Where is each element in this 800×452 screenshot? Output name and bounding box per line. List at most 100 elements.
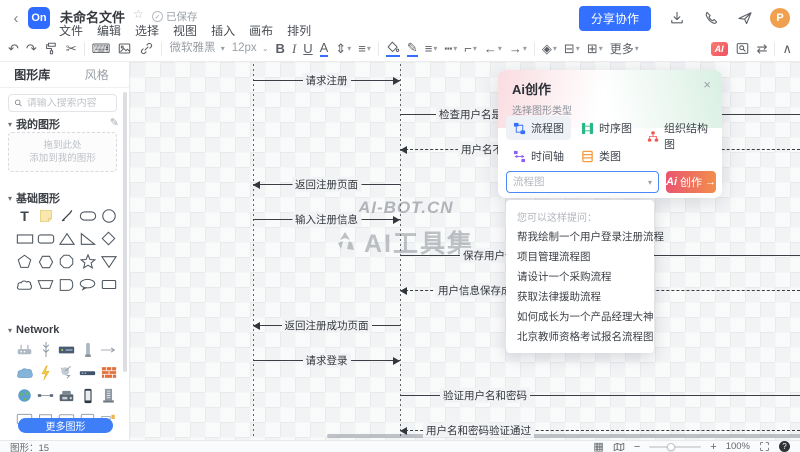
type-timeline[interactable]: 时间轴 — [506, 144, 571, 168]
type-class-diagram[interactable]: 类图 — [574, 144, 628, 168]
swap-icon[interactable]: ⇄ — [757, 42, 768, 55]
shape-pentagon[interactable] — [14, 250, 35, 273]
shape-right-triangle[interactable] — [77, 227, 98, 250]
shape-round-corner-square[interactable] — [56, 273, 77, 296]
shape-circle[interactable] — [98, 204, 119, 227]
message-label[interactable]: 返回注册成功页面 — [282, 318, 372, 333]
insert-table-button[interactable]: ⊞▾ — [587, 42, 603, 55]
layers-button[interactable]: ◈▾ — [542, 42, 557, 55]
star-icon[interactable]: ☆ — [133, 7, 144, 21]
more-shapes-button[interactable]: 更多图形 — [18, 418, 113, 433]
zoom-level[interactable]: 100% — [726, 441, 750, 452]
tab-shape-library[interactable]: 图形库 — [0, 62, 65, 87]
zoom-out-icon[interactable]: − — [634, 441, 640, 452]
stroke-color-button[interactable]: ✎ — [407, 41, 418, 57]
shape-building[interactable] — [98, 384, 119, 407]
fill-color-button[interactable] — [386, 40, 400, 57]
font-family-select[interactable]: 微软雅黑 ▾ — [169, 43, 224, 55]
shape-smartphone[interactable] — [77, 384, 98, 407]
shape-connection-arrow[interactable] — [98, 338, 119, 361]
zoom-in-icon[interactable]: + — [710, 441, 716, 452]
network-header[interactable]: ▾ Network — [8, 324, 59, 336]
shape-lightning[interactable] — [35, 361, 56, 384]
shape-diamond[interactable] — [98, 227, 119, 250]
ai-feature-badge[interactable]: AI — [711, 42, 728, 56]
italic-button[interactable]: I — [292, 42, 296, 55]
shape-repeater[interactable] — [77, 338, 98, 361]
suggestion-item[interactable]: 获取法律援助流程 — [506, 287, 654, 307]
line-height-button[interactable]: ⇕▾ — [335, 42, 351, 55]
type-flowchart[interactable]: 流程图 — [506, 116, 571, 140]
shape-triangle[interactable] — [56, 227, 77, 250]
download-icon[interactable] — [668, 10, 685, 27]
undo-icon[interactable]: ↶ — [8, 42, 19, 55]
canvas-horizontal-scrollbar[interactable] — [327, 434, 800, 438]
image-icon[interactable] — [117, 41, 132, 56]
minimap-icon[interactable] — [613, 442, 625, 452]
font-color-button[interactable]: A — [320, 41, 329, 57]
shape-rounded-rectangle[interactable] — [35, 227, 56, 250]
lifeline[interactable] — [253, 62, 254, 436]
search-input[interactable] — [27, 98, 111, 109]
arrow-start-button[interactable]: ←▾ — [484, 42, 502, 55]
type-org-chart[interactable]: 组织结构图 — [640, 116, 722, 156]
shape-text[interactable]: T — [14, 204, 35, 227]
shape-antenna[interactable] — [35, 338, 56, 361]
fullscreen-icon[interactable] — [759, 441, 770, 452]
app-logo[interactable]: On — [28, 7, 50, 29]
find-replace-icon[interactable] — [735, 41, 750, 56]
link-icon[interactable] — [139, 41, 154, 56]
shape-cloud-network[interactable] — [14, 361, 35, 384]
type-sequence-diagram[interactable]: 时序图 — [574, 116, 639, 140]
collapse-toolbar-icon[interactable]: ∧ — [782, 42, 792, 55]
more-tools-button[interactable]: 更多▾ — [610, 43, 639, 55]
arrow-end-button[interactable]: →▾ — [509, 42, 527, 55]
suggestion-item[interactable]: 请设计一个采购流程 — [506, 267, 654, 287]
bold-button[interactable]: B — [276, 42, 285, 55]
line-dash-button[interactable]: ┅▾ — [444, 42, 457, 55]
send-icon[interactable] — [736, 10, 753, 27]
suggestion-item[interactable]: 帮我绘制一个用户登录注册流程 — [506, 227, 654, 247]
text-align-button[interactable]: ≡▾ — [358, 42, 371, 55]
connector-style-button[interactable]: ⌐▾ — [464, 42, 477, 55]
phone-icon[interactable] — [702, 10, 719, 27]
my-shapes-dropzone[interactable]: 拖到此处 添加到我的图形 — [8, 132, 117, 172]
shape-sticky-note[interactable] — [35, 204, 56, 227]
format-painter-icon[interactable] — [44, 41, 59, 56]
shape-rectangle[interactable] — [14, 227, 35, 250]
redo-icon[interactable]: ↷ — [26, 42, 37, 55]
shape-pen[interactable] — [56, 204, 77, 227]
suggestion-item[interactable]: 项目管理流程图 — [506, 247, 654, 267]
shape-hexagon[interactable] — [35, 250, 56, 273]
zoom-slider-knob[interactable] — [667, 443, 675, 451]
shape-switch[interactable] — [77, 361, 98, 384]
shape-cloud[interactable] — [14, 273, 35, 296]
shape-octagon[interactable] — [56, 250, 77, 273]
suggestion-item[interactable]: 北京教师资格考试报名流程图 — [506, 327, 654, 347]
shape-cable[interactable] — [35, 384, 56, 407]
line-weight-button[interactable]: ≡▾ — [425, 42, 438, 55]
underline-button[interactable]: U — [303, 42, 312, 55]
shape-wireless-router[interactable] — [14, 338, 35, 361]
lifeline[interactable] — [400, 62, 401, 436]
shape-pill[interactable] — [77, 204, 98, 227]
tab-style[interactable]: 风格 — [65, 62, 130, 87]
avatar[interactable]: P — [770, 8, 790, 28]
shape-firewall[interactable] — [98, 361, 119, 384]
keyboard-icon[interactable]: ⌨ — [92, 42, 111, 55]
sidebar-scrollbar[interactable] — [123, 92, 127, 372]
font-size-select[interactable]: 12px ⌄ — [232, 43, 269, 55]
message-label[interactable]: 用户名和密码验证通过 — [423, 423, 534, 438]
share-collaborate-button[interactable]: 分享协作 — [579, 6, 651, 31]
shape-globe[interactable] — [14, 384, 35, 407]
shape-star[interactable] — [77, 250, 98, 273]
help-icon[interactable]: ? — [779, 441, 790, 452]
zoom-slider[interactable] — [649, 446, 701, 448]
shape-server[interactable] — [56, 338, 77, 361]
close-icon[interactable]: × — [703, 77, 711, 92]
message-label[interactable]: 验证用户名和密码 — [440, 388, 530, 403]
message-label[interactable]: 请求登录 — [303, 353, 351, 368]
my-shapes-header[interactable]: ▾ 我的图形 — [8, 116, 60, 132]
shape-rectangle-2[interactable] — [98, 273, 119, 296]
suggestion-item[interactable]: 如何成长为一个产品经理大神 — [506, 307, 654, 327]
